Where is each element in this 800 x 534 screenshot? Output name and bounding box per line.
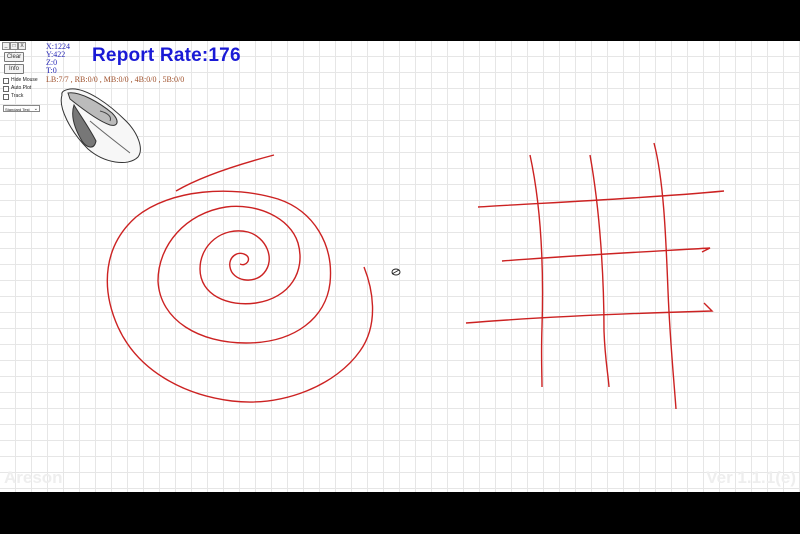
drawing-canvas[interactable]: _ □ X Clear Info Hide Mouse Auto Plot Tr…: [0, 41, 800, 492]
report-rate: Report Rate:176: [92, 45, 241, 66]
auto-plot-label: Auto Plot: [11, 85, 32, 91]
hide-mouse-box[interactable]: [3, 77, 9, 84]
mouse-illustration-icon: [60, 88, 141, 164]
chevron-down-icon: ⌄: [33, 106, 38, 112]
t-value: T:0: [46, 66, 57, 75]
hide-mouse-checkbox[interactable]: Hide Mouse: [3, 77, 38, 84]
cursor-icon: [391, 268, 401, 276]
info-button[interactable]: Info: [4, 64, 24, 74]
minimize-button[interactable]: _: [2, 42, 10, 50]
track-box[interactable]: [3, 93, 9, 100]
brand-watermark: Areson: [4, 468, 63, 487]
clear-button[interactable]: Clear: [4, 52, 24, 62]
drawing-layer: [60, 88, 725, 410]
hide-mouse-label: Hide Mouse: [11, 77, 38, 83]
version-label: Ver 1.1.1(e): [706, 468, 796, 487]
test-mode-select[interactable]: Standard Test ⌄: [3, 105, 40, 112]
hash-grid-strokes: [465, 142, 725, 410]
track-label: Track: [11, 93, 24, 99]
spiral-tail-stroke: [175, 154, 275, 192]
button-click-counts: LB:7/7 , RB:0/0 , MB:0/0 , 4B:0/0 , 5B:0…: [46, 75, 185, 84]
close-button[interactable]: X: [18, 42, 26, 50]
track-checkbox[interactable]: Track: [3, 93, 23, 100]
spiral-stroke: [106, 190, 374, 403]
maximize-button[interactable]: □: [10, 42, 18, 50]
auto-plot-checkbox[interactable]: Auto Plot: [3, 85, 31, 92]
auto-plot-box[interactable]: [3, 85, 9, 92]
test-mode-value: Standard Test: [5, 107, 30, 112]
